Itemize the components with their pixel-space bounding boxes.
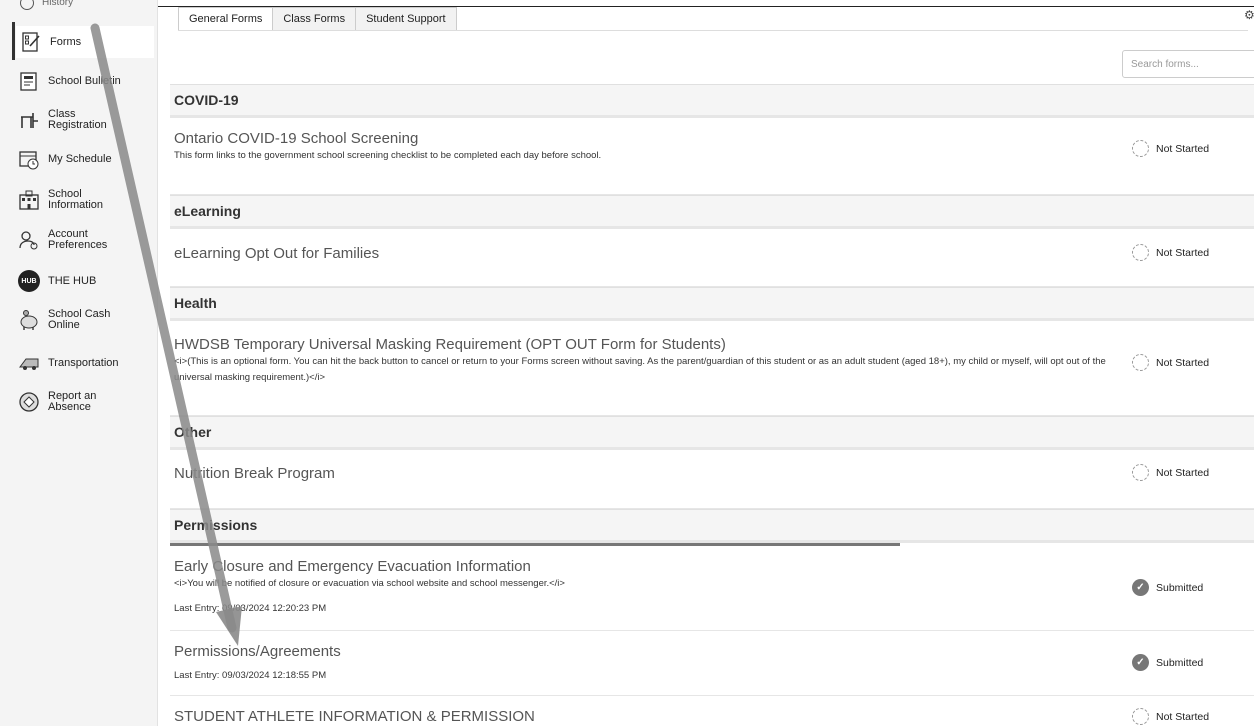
check-circle-icon: ✓ — [1132, 654, 1149, 671]
tab-general-forms[interactable]: General Forms — [178, 7, 274, 31]
form-row[interactable]: STUDENT ATHLETE INFORMATION & PERMISSION… — [170, 696, 1254, 726]
form-row[interactable]: Nutrition Break Program Not Started — [170, 453, 1254, 509]
check-circle-icon: ✓ — [1132, 579, 1149, 596]
form-title[interactable]: HWDSB Temporary Universal Masking Requir… — [174, 336, 726, 353]
form-row[interactable]: Permissions/Agreements Last Entry: 09/03… — [170, 631, 1254, 696]
sidebar-item-forms[interactable]: Forms — [16, 26, 154, 58]
not-started-icon — [1132, 244, 1149, 261]
active-indicator — [12, 22, 15, 60]
forms-icon — [20, 31, 42, 53]
form-title[interactable]: STUDENT ATHLETE INFORMATION & PERMISSION — [174, 708, 535, 725]
hub-badge-icon: HUB — [18, 270, 40, 292]
form-title[interactable]: eLearning Opt Out for Families — [174, 245, 379, 262]
status-badge: Not Started — [1132, 708, 1209, 725]
desk-icon — [18, 109, 40, 131]
section-header-health: Health — [170, 287, 1254, 321]
status-badge: Not Started — [1132, 354, 1209, 371]
form-row[interactable]: Ontario COVID-19 School Screening This f… — [170, 121, 1254, 195]
form-description: <i>You will be notified of closure or ev… — [174, 578, 565, 589]
sidebar-item-school-bulletin[interactable]: School Bulletin — [18, 70, 154, 92]
sidebar: History Forms School Bulletin Class Regi… — [0, 0, 158, 726]
school-building-icon — [18, 189, 40, 211]
form-row[interactable]: eLearning Opt Out for Families Not Start… — [170, 232, 1254, 287]
status-badge: ✓ Submitted — [1132, 579, 1203, 596]
form-title[interactable]: Nutrition Break Program — [174, 465, 335, 482]
sidebar-item-transportation[interactable]: Transportation — [18, 352, 154, 374]
not-started-icon — [1132, 354, 1149, 371]
form-description: <i>(This is an optional form. You can hi… — [174, 356, 1106, 383]
tabs-divider — [178, 30, 1248, 31]
form-tabs: General Forms Class Forms Student Suppor… — [178, 7, 457, 31]
gear-icon[interactable]: ⚙ — [1244, 8, 1254, 22]
piggy-bank-icon — [18, 309, 40, 331]
report-absence-icon — [18, 391, 40, 413]
not-started-icon — [1132, 464, 1149, 481]
account-gear-icon — [18, 229, 40, 251]
history-icon — [20, 0, 34, 10]
form-title[interactable]: Ontario COVID-19 School Screening — [174, 130, 418, 147]
sidebar-item-the-hub[interactable]: HUB THE HUB — [18, 270, 154, 292]
sidebar-item-report-an-absence[interactable]: Report an Absence — [18, 391, 154, 413]
section-header-covid-19: COVID-19 — [170, 84, 1254, 118]
form-row[interactable]: Early Closure and Emergency Evacuation I… — [170, 546, 1254, 631]
form-title[interactable]: Early Closure and Emergency Evacuation I… — [174, 558, 531, 575]
not-started-icon — [1132, 140, 1149, 157]
status-badge: Not Started — [1132, 464, 1209, 481]
form-description: This form links to the government school… — [174, 150, 602, 161]
status-badge: Not Started — [1132, 140, 1209, 157]
sidebar-item-school-cash-online[interactable]: School Cash Online — [18, 309, 154, 331]
sidebar-item-history[interactable]: History — [20, 0, 73, 14]
sidebar-item-my-schedule[interactable]: My Schedule — [18, 148, 154, 170]
tab-student-support[interactable]: Student Support — [356, 7, 457, 31]
tab-class-forms[interactable]: Class Forms — [273, 7, 357, 31]
sidebar-item-class-registration[interactable]: Class Registration — [18, 109, 154, 131]
bulletin-icon — [18, 70, 40, 92]
form-title[interactable]: Permissions/Agreements — [174, 643, 341, 660]
bus-icon — [18, 352, 40, 374]
section-header-permissions: Permissions — [170, 509, 1254, 543]
section-header-other: Other — [170, 416, 1254, 450]
last-entry: Last Entry: 09/03/2024 12:20:23 PM — [174, 603, 327, 614]
sidebar-item-school-information[interactable]: School Information — [18, 189, 154, 211]
calendar-clock-icon — [18, 148, 40, 170]
sidebar-item-account-preferences[interactable]: Account Preferences — [18, 229, 154, 251]
status-badge: ✓ Submitted — [1132, 654, 1203, 671]
not-started-icon — [1132, 708, 1149, 725]
last-entry: Last Entry: 09/03/2024 12:18:55 PM — [174, 670, 327, 681]
form-row[interactable]: HWDSB Temporary Universal Masking Requir… — [170, 324, 1254, 416]
search-input[interactable] — [1122, 50, 1254, 78]
section-header-elearning: eLearning — [170, 195, 1254, 229]
status-badge: Not Started — [1132, 244, 1209, 261]
